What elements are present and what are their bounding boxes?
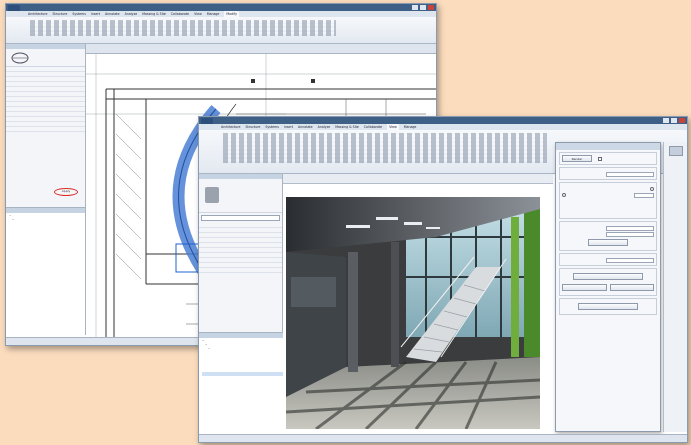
printer-dpi-field[interactable] [634,192,654,198]
panel-icon[interactable] [668,146,683,156]
quality-setting-dropdown[interactable] [606,171,654,177]
revit-window-front: Architecture Structure Systems Insert An… [198,116,688,443]
ribbon-tool-buttons[interactable] [223,133,547,163]
type-selector[interactable] [6,49,85,67]
style-row [562,257,654,263]
project-browser-tree: − − [6,213,85,326]
render-button[interactable]: Render [562,155,592,162]
title-bar [199,117,687,124]
rendering-dialog: Render [555,142,661,432]
image-section [559,268,657,296]
lighting-section [559,221,657,251]
property-row[interactable] [6,127,85,132]
window-controls [663,118,685,123]
image-size-row [562,210,654,216]
scheme-dropdown[interactable] [606,225,654,231]
close-button[interactable] [428,5,434,10]
image-buttons-row [562,282,654,293]
view-tab-strip[interactable] [283,174,553,184]
sun-setting-field[interactable] [606,231,654,237]
quality-section [559,167,657,180]
project-browser-tree: − − − [199,338,283,384]
render-controls: Render [559,152,657,165]
ribbon-tool-buttons[interactable] [30,20,336,36]
properties-palette [6,44,86,207]
side-panel [663,142,687,432]
screen-radio[interactable] [650,187,654,191]
save-to-project-button[interactable] [562,284,607,291]
title-bar [6,4,436,11]
printer-radio[interactable] [562,193,566,197]
sun-setting-row [562,231,654,237]
status-bar [199,434,687,442]
project-browser: − − − [199,332,283,442]
background-section [559,253,657,266]
quality-setting-row [562,171,654,177]
export-button[interactable] [609,284,654,291]
region-checkbox[interactable] [598,156,602,161]
minimize-button[interactable] [663,118,669,123]
artificial-lights-button[interactable] [588,239,628,246]
style-dropdown[interactable] [606,257,654,263]
element-preview-icon [11,52,29,64]
maximize-button[interactable] [420,5,426,10]
close-button[interactable] [679,118,685,123]
ribbon [6,17,436,44]
minimize-button[interactable] [412,5,418,10]
rendered-3d-view[interactable] [286,197,540,429]
camera-icon [205,187,219,203]
property-row[interactable] [199,268,282,273]
tree-item[interactable] [9,322,85,326]
maximize-button[interactable] [671,118,677,123]
type-selector-preview[interactable] [199,179,282,213]
window-controls [412,5,434,10]
view-tab-strip[interactable] [86,44,436,54]
rendering-dialog-title [556,143,660,150]
output-settings-section [559,182,657,219]
project-browser: − − [6,207,86,335]
instance-selector[interactable] [201,215,280,221]
apply-button[interactable]: Apply [54,188,78,196]
adjust-exposure-button[interactable] [573,273,643,280]
show-the-model-button[interactable] [578,303,638,310]
tree-item[interactable] [202,380,283,384]
display-section [559,298,657,315]
